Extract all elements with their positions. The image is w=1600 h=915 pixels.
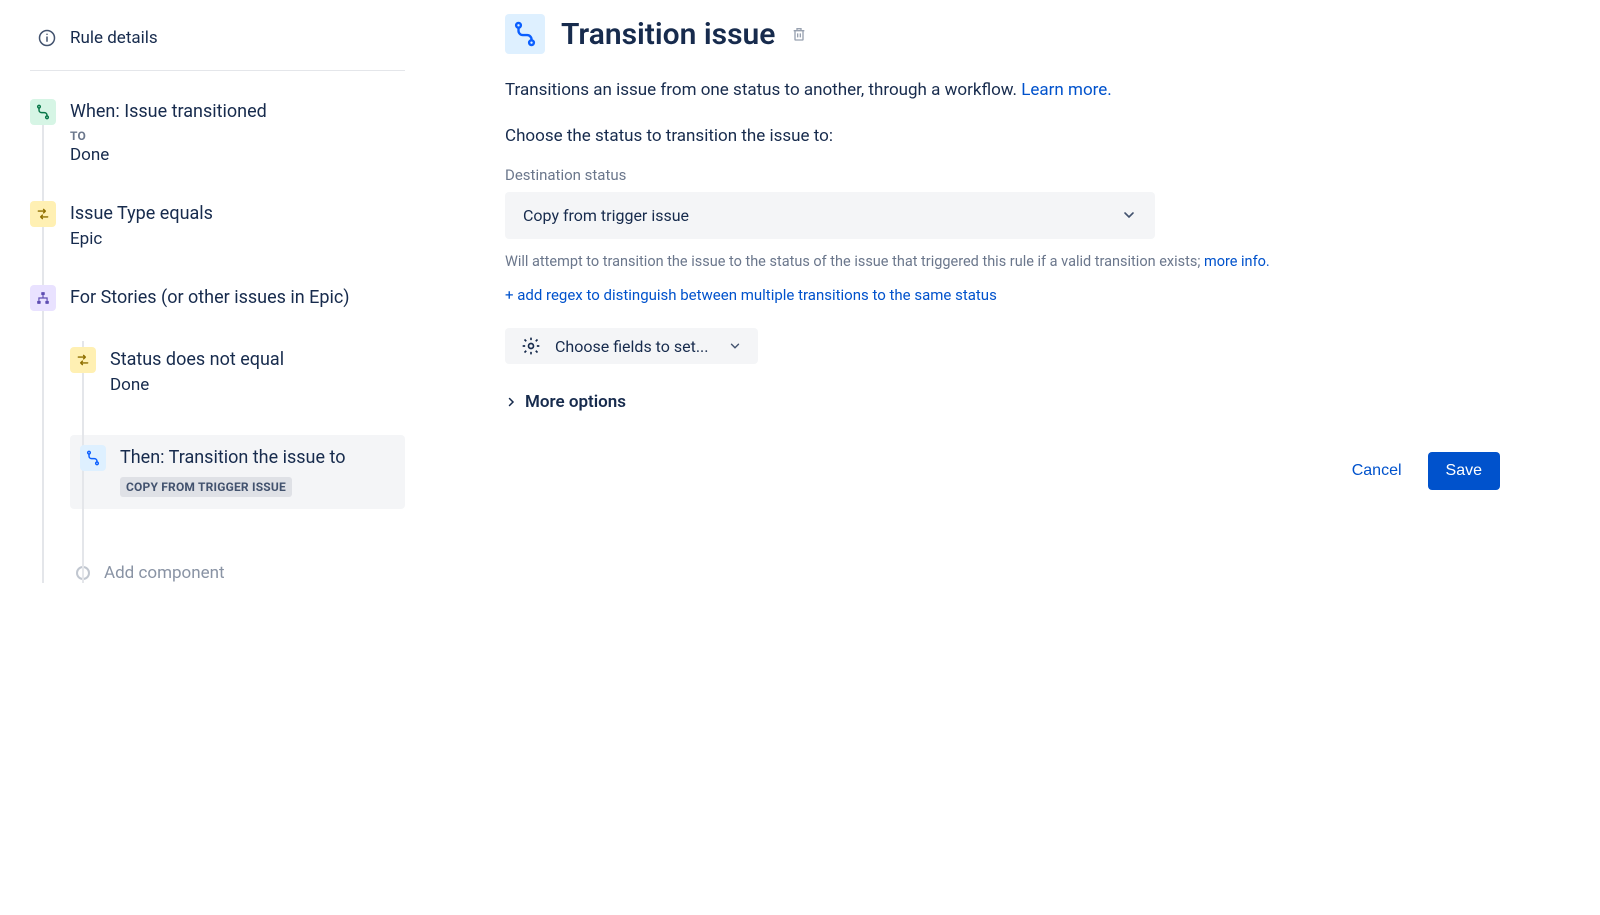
rule-details-header[interactable]: Rule details bbox=[30, 20, 405, 71]
help-text: Will attempt to transition the issue to … bbox=[505, 251, 1305, 273]
gear-icon bbox=[521, 336, 541, 356]
more-options-label: More options bbox=[525, 392, 626, 412]
step-title: When: Issue transitioned bbox=[70, 99, 397, 125]
rule-step-nested-condition[interactable]: Status does not equal Done bbox=[70, 341, 405, 435]
rule-sidebar: Rule details When: Issue transitioned TO… bbox=[0, 0, 405, 915]
add-component-button[interactable]: Add component bbox=[70, 513, 405, 583]
main-panel: Transition issue Transitions an issue fr… bbox=[405, 0, 1600, 915]
info-icon bbox=[38, 29, 56, 47]
learn-more-link[interactable]: Learn more. bbox=[1021, 80, 1112, 100]
condition-icon bbox=[70, 347, 96, 373]
trigger-icon bbox=[30, 99, 56, 125]
step-value: Epic bbox=[70, 229, 397, 249]
save-button[interactable]: Save bbox=[1428, 452, 1500, 490]
more-info-link[interactable]: more info. bbox=[1204, 253, 1270, 270]
step-sub-label: TO bbox=[70, 129, 397, 143]
destination-status-label: Destination status bbox=[505, 166, 1500, 184]
description-text: Transitions an issue from one status to … bbox=[505, 78, 1500, 104]
step-value: Done bbox=[70, 145, 397, 165]
rule-details-label: Rule details bbox=[70, 28, 158, 48]
delete-icon[interactable] bbox=[791, 25, 807, 43]
cancel-button[interactable]: Cancel bbox=[1352, 462, 1402, 480]
step-title: For Stories (or other issues in Epic) bbox=[70, 285, 397, 311]
destination-status-select[interactable]: Copy from trigger issue bbox=[505, 192, 1155, 239]
choose-fields-label: Choose fields to set... bbox=[555, 337, 708, 356]
step-value: Done bbox=[110, 375, 397, 395]
add-regex-link[interactable]: + add regex to distinguish between multi… bbox=[505, 286, 1500, 304]
chevron-down-icon bbox=[728, 339, 742, 353]
more-options-toggle[interactable]: More options bbox=[505, 392, 1500, 412]
rule-step-nested-action-selected[interactable]: Then: Transition the issue to COPY FROM … bbox=[70, 435, 405, 509]
add-component-label: Add component bbox=[104, 563, 225, 583]
nested-steps-container: Status does not equal Done Then: Transit… bbox=[70, 341, 405, 583]
rule-step-trigger[interactable]: When: Issue transitioned TO Done bbox=[30, 93, 405, 195]
page-title: Transition issue bbox=[561, 17, 775, 52]
destination-status-value: Copy from trigger issue bbox=[523, 206, 689, 225]
chevron-down-icon bbox=[1121, 207, 1137, 223]
choose-status-label: Choose the status to transition the issu… bbox=[505, 126, 1500, 146]
step-title: Issue Type equals bbox=[70, 201, 397, 227]
rule-step-condition[interactable]: Issue Type equals Epic bbox=[30, 195, 405, 279]
footer-actions: Cancel Save bbox=[505, 452, 1500, 490]
step-title: Status does not equal bbox=[110, 347, 397, 373]
action-icon bbox=[80, 445, 106, 471]
branch-icon bbox=[30, 285, 56, 311]
condition-icon bbox=[30, 201, 56, 227]
chevron-right-icon bbox=[505, 396, 517, 408]
transition-icon bbox=[505, 14, 545, 54]
step-badge: COPY FROM TRIGGER ISSUE bbox=[120, 477, 292, 497]
step-title: Then: Transition the issue to bbox=[120, 445, 395, 471]
choose-fields-dropdown[interactable]: Choose fields to set... bbox=[505, 328, 758, 364]
rule-step-branch[interactable]: For Stories (or other issues in Epic) bbox=[30, 279, 405, 341]
